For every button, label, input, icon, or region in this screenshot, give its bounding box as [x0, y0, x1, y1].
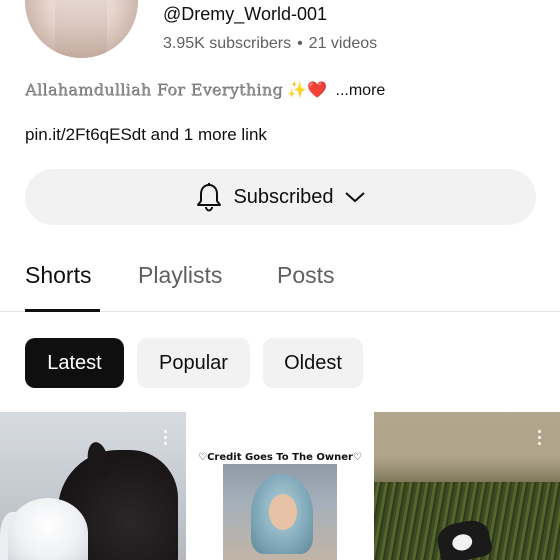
tab-playlists[interactable]: Playlists: [138, 262, 222, 289]
short-thumbnail-2[interactable]: ♡Credit Goes To The Owner♡: [187, 412, 373, 560]
portrait-image: [223, 464, 337, 560]
heart-icon: ❤️: [307, 82, 328, 99]
more-options-icon[interactable]: [536, 430, 542, 448]
channel-tabs: Shorts Playlists Posts: [0, 248, 560, 312]
more-link[interactable]: ...more: [336, 82, 386, 99]
avatar-figure: [55, 0, 107, 58]
channel-handle: @Dremy_World-001: [163, 4, 327, 24]
channel-description[interactable]: Allahamdulliah For Everything ✨❤️ ...mor…: [25, 80, 385, 100]
channel-stats: 3.95K subscribers • 21 videos: [163, 35, 377, 53]
short-caption: ♡Credit Goes To The Owner♡: [198, 452, 362, 463]
sky-image: [374, 412, 560, 482]
stats-separator: •: [297, 35, 303, 52]
subscribed-button[interactable]: Subscribed: [25, 169, 536, 225]
bell-icon: [195, 182, 223, 212]
subscribed-label: Subscribed: [233, 185, 334, 208]
sparkles-icon: ✨: [287, 82, 308, 99]
tab-posts[interactable]: Posts: [277, 262, 335, 289]
short-thumbnail-3[interactable]: [374, 412, 560, 560]
hijab-figure-image: [8, 498, 88, 560]
face-portrait: [269, 494, 297, 530]
bio-text: Allahamdulliah For Everything: [25, 80, 283, 99]
channel-links[interactable]: pin.it/2Ft6qESdt and 1 more link: [25, 125, 267, 145]
active-tab-indicator: [25, 309, 100, 312]
chevron-down-icon: [344, 190, 366, 204]
tab-shorts[interactable]: Shorts: [25, 262, 91, 289]
chip-latest[interactable]: Latest: [25, 338, 124, 388]
video-count: 21 videos: [308, 35, 378, 52]
subscriber-count: 3.95K subscribers: [163, 35, 292, 52]
chip-popular[interactable]: Popular: [137, 338, 250, 388]
channel-avatar[interactable]: [25, 0, 138, 58]
chip-oldest[interactable]: Oldest: [263, 338, 363, 388]
more-options-icon[interactable]: [162, 430, 168, 448]
short-thumbnail-1[interactable]: [0, 412, 186, 560]
